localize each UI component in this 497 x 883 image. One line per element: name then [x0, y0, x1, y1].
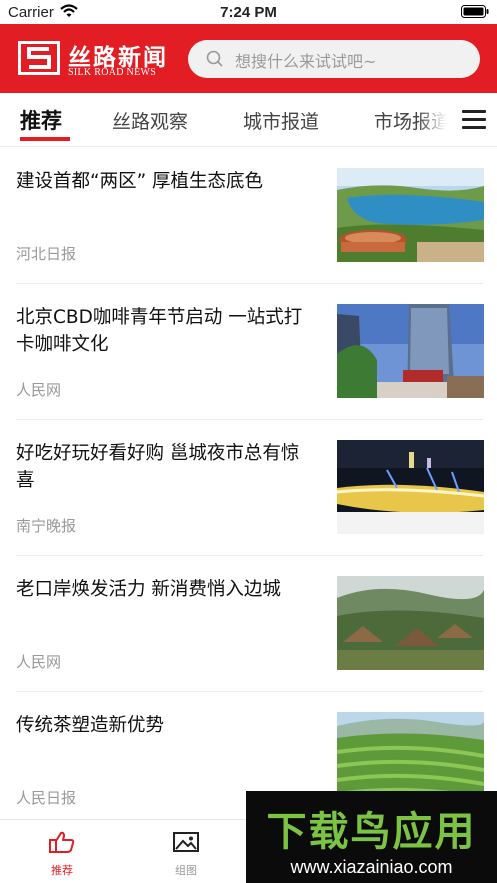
tab-fade-overlay: [418, 93, 458, 146]
watermark-banner: 下载鸟应用 www.xiazainiao.com: [246, 791, 497, 883]
search-icon: [206, 50, 224, 72]
tab-recommend[interactable]: 推荐: [20, 105, 62, 135]
night-market-photo: [337, 440, 484, 534]
news-title: 北京CBD咖啡青年节启动 一站式打卡咖啡文化: [16, 307, 303, 355]
thumbs-up-icon: [48, 831, 76, 858]
news-title: 传统茶塑造新优势: [16, 715, 165, 736]
bottom-tab-label: 组图: [175, 864, 197, 877]
app-header: 丝路新闻 SILK ROAD NEWS 想搜什么来试试吧~: [0, 24, 497, 93]
watermark-url: www.xiazainiao.com: [290, 857, 453, 877]
search-placeholder: 想搜什么来试试吧~: [235, 52, 377, 71]
hamburger-menu-icon[interactable]: [462, 110, 486, 130]
silk-road-logo-icon: [18, 41, 60, 79]
news-item[interactable]: 好吃好玩好看好购 邕城夜市总有惊喜 南宁晚报: [16, 420, 484, 556]
status-bar: Carrier 7:24 PM: [0, 0, 497, 24]
news-source: 南宁晚报: [16, 517, 77, 535]
tab-silk-road-observation[interactable]: 丝路观察: [112, 107, 188, 134]
search-input[interactable]: 想搜什么来试试吧~: [188, 40, 480, 78]
lake-town-photo: [337, 168, 484, 262]
battery-icon: [461, 5, 489, 22]
news-title: 老口岸焕发活力 新消费悄入边城: [16, 579, 281, 600]
status-time: 7:24 PM: [220, 4, 277, 21]
news-title: 好吃好玩好看好购 邕城夜市总有惊喜: [16, 443, 300, 491]
news-item[interactable]: 北京CBD咖啡青年节启动 一站式打卡咖啡文化 人民网: [16, 284, 484, 420]
news-source: 河北日报: [16, 245, 77, 263]
brand-subtitle: SILK ROAD NEWS: [68, 67, 157, 78]
picture-icon: [172, 832, 200, 858]
news-source: 人民网: [16, 381, 62, 399]
news-source: 人民网: [16, 653, 62, 671]
tab-city-reports[interactable]: 城市报道: [243, 107, 319, 134]
cbd-tower-photo: [337, 304, 484, 398]
news-item[interactable]: 建设首都“两区” 厚植生态底色 河北日报: [16, 148, 484, 284]
bottom-tab-recommend[interactable]: 推荐: [32, 830, 92, 878]
active-tab-indicator: [20, 137, 70, 141]
bottom-tab-gallery[interactable]: 组图: [156, 830, 216, 878]
village-hills-photo: [337, 576, 484, 670]
news-item[interactable]: 老口岸焕发活力 新消费悄入边城 人民网: [16, 556, 484, 692]
news-source: 人民日报: [16, 789, 77, 807]
news-title: 建设首都“两区” 厚植生态底色: [16, 171, 264, 192]
news-list: 建设首都“两区” 厚植生态底色 河北日报 北京CBD咖啡青年节启动 一站式打卡咖…: [0, 148, 497, 828]
category-tabs: 推荐 丝路观察 城市报道 市场报道: [0, 93, 497, 147]
watermark-title: 下载鸟应用: [266, 809, 477, 855]
bottom-tab-label: 推荐: [51, 864, 73, 877]
